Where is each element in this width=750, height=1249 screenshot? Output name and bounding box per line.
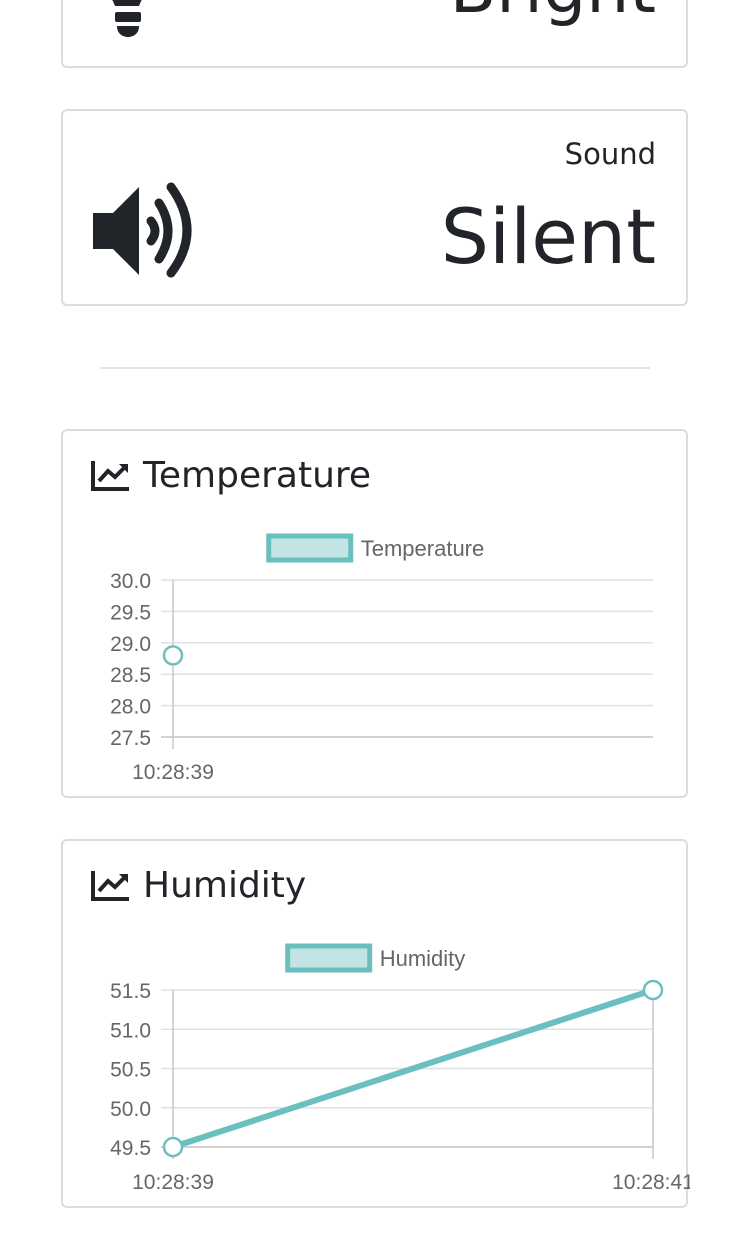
temperature-card: Temperature Temperature 30.0 29.5 29.0 28.5 2… [61,429,688,798]
temperature-data-point [162,645,184,666]
temperature-y-tick-label: 30.0 [110,570,151,593]
temperature-y-tick-label: 29.5 [110,601,151,624]
light-card: Bright [61,0,688,68]
sound-card: Sound Silent [61,109,688,306]
humidity-legend-swatch [285,943,373,973]
temperature-y-tick-label: 28.5 [110,664,151,687]
temperature-y-tick-label: 29.0 [110,633,151,656]
humidity-y-tick-label: 50.5 [110,1059,151,1082]
humidity-card: Humidity Humidity 51.5 51.0 50.5 50.0 49.5 10:… [61,839,690,1208]
section-divider [100,367,650,369]
temperature-x-tick-label: 10:28:39 [132,761,214,784]
light-value: Bright [450,0,656,24]
humidity-data-point [642,979,664,1001]
sound-value: Silent [440,192,656,281]
lightbulb-icon [112,0,142,37]
temperature-legend-swatch [266,533,354,563]
humidity-y-tick-label: 49.5 [110,1137,151,1160]
temperature-legend-label: Temperature [361,536,485,561]
humidity-data-point [162,1136,184,1158]
temperature-chart: Temperature 30.0 29.5 29.0 28.5 28.0 27.5 10:28… [110,533,653,784]
humidity-chart: Humidity 51.5 51.0 50.5 50.0 49.5 10:28:39 10:2… [110,943,690,1194]
speaker-volume-icon [93,182,192,278]
humidity-legend-label: Humidity [380,946,466,971]
humidity-y-tick-label: 50.0 [110,1098,151,1121]
humidity-x-tick-label: 10:28:39 [132,1171,214,1194]
humidity-x-tick-label: 10:28:41 [612,1171,690,1194]
humidity-y-tick-label: 51.5 [110,980,151,1003]
humidity-y-tick-label: 51.0 [110,1019,151,1042]
temperature-y-tick-label: 27.5 [110,727,151,750]
sound-label: Sound [564,137,656,171]
temperature-y-tick-label: 28.0 [110,696,151,719]
